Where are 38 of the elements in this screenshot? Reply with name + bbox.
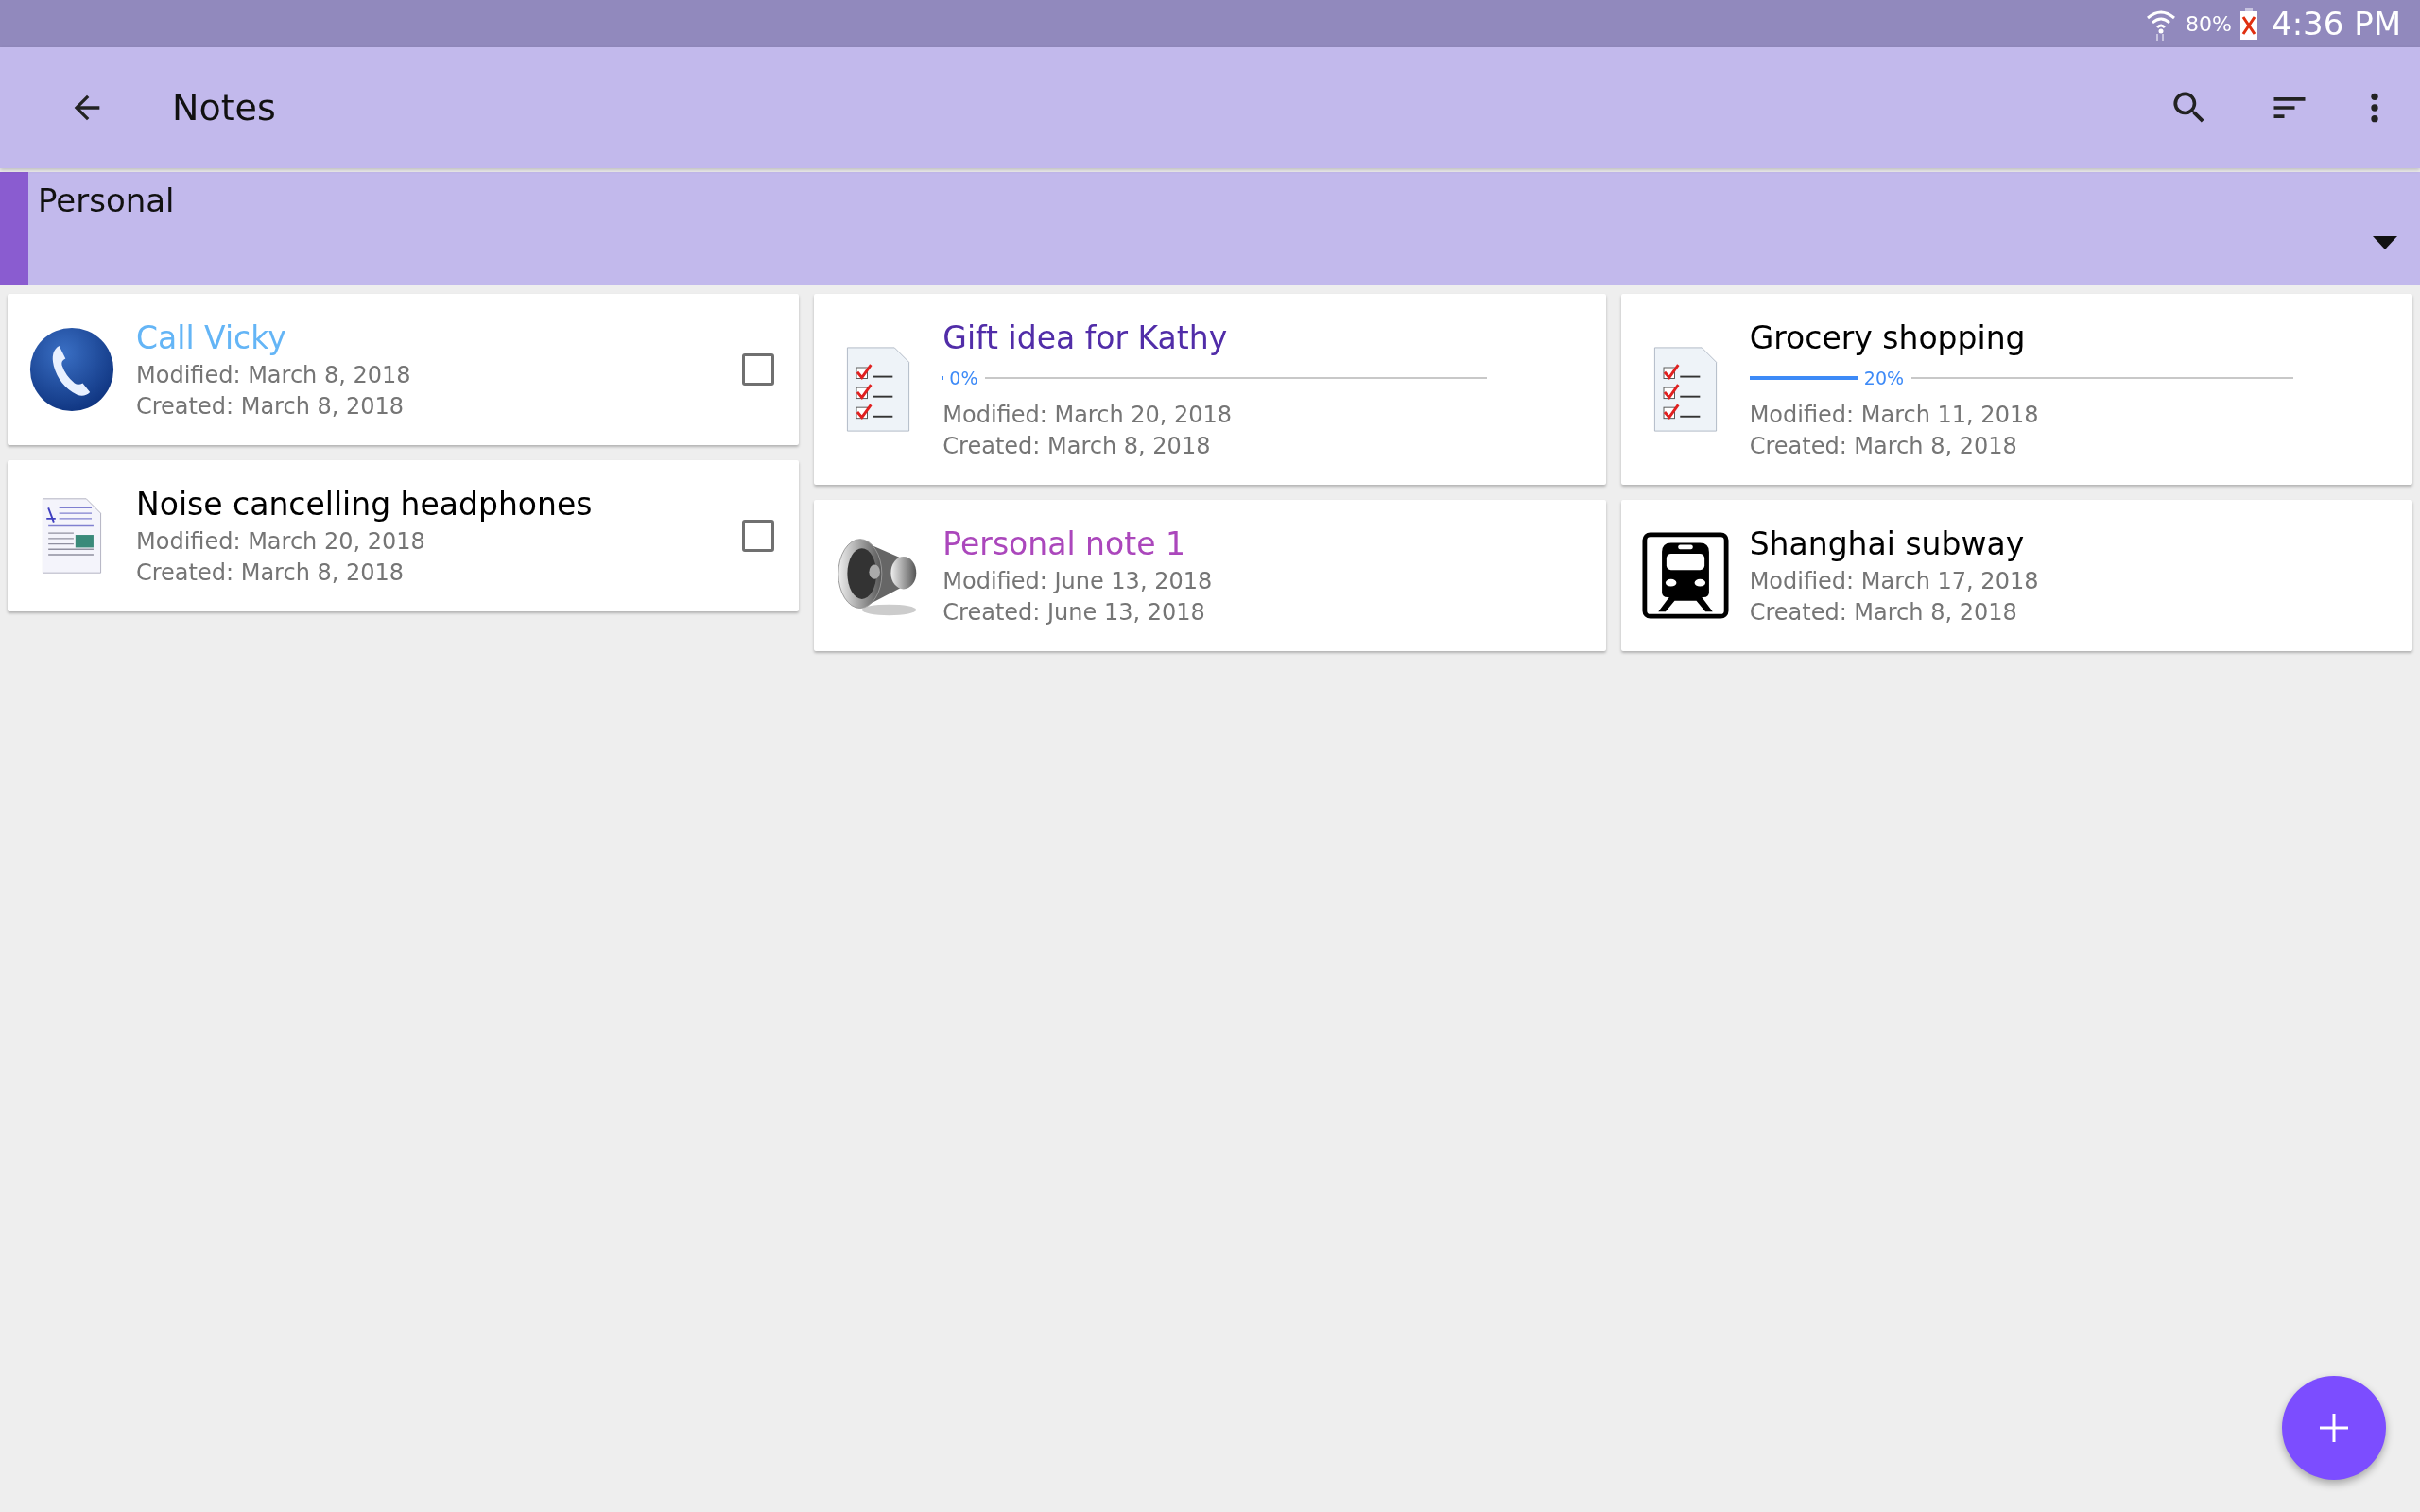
note-title: Gift idea for Kathy — [942, 318, 1229, 358]
add-note-button[interactable] — [2282, 1376, 2386, 1480]
battery-icon — [2239, 8, 2258, 40]
checkbox[interactable] — [742, 520, 775, 552]
train-icon — [1639, 532, 1731, 619]
note-card[interactable]: Personal note 1 Modified: June 13, 2018 Created: June 13, 2018 — [814, 500, 1606, 651]
category-label: Personal — [38, 181, 176, 221]
created-date: Created: March 8, 2018 — [136, 558, 406, 588]
note-card[interactable]: Shanghai subway Modified: March 17, 2018 Created: March 8, 2018 — [1620, 500, 2412, 651]
progress-percent: 20% — [1863, 368, 1905, 388]
progress-percent: 0% — [949, 368, 978, 388]
clock: 4:36 PM — [2272, 5, 2401, 43]
note-card[interactable]: Grocery shopping 20% Modified: March 11, 2018 Created: March 8, 2018 — [1620, 294, 2412, 485]
note-card[interactable]: Call Vicky Modified: March 8, 2018 Created: March 8, 2018 — [8, 294, 800, 445]
modified-date: Modified: June 13, 2018 — [942, 567, 1214, 596]
created-date: Created: June 13, 2018 — [942, 598, 1206, 627]
created-date: Created: March 8, 2018 — [136, 392, 406, 421]
modified-date: Modified: March 11, 2018 — [1749, 401, 2040, 430]
note-card[interactable]: Gift idea for Kathy 0% Modified: March 20, 2018 Created: March 8, 2018 — [814, 294, 1606, 485]
dropdown-arrow-icon — [2373, 236, 2397, 249]
created-date: Created: March 8, 2018 — [942, 432, 1212, 461]
modified-date: Modified: March 20, 2018 — [136, 527, 426, 557]
note-title: Call Vicky — [136, 318, 287, 358]
battery-percent: 80% — [2186, 11, 2232, 36]
modified-date: Modified: March 17, 2018 — [1749, 567, 2040, 596]
note-title: Noise cancelling headphones — [136, 485, 594, 524]
created-date: Created: March 8, 2018 — [1749, 432, 2018, 461]
modified-date: Modified: March 20, 2018 — [942, 401, 1234, 430]
checkbox[interactable] — [742, 353, 775, 386]
note-title: Grocery shopping — [1749, 318, 2027, 358]
category-selector[interactable]: Personal — [0, 172, 2420, 285]
plus-icon — [2318, 1412, 2350, 1444]
note-title: Shanghai subway — [1749, 524, 2026, 564]
modified-date: Modified: March 8, 2018 — [136, 361, 412, 390]
note-card[interactable]: Noise cancelling headphones Modified: March 20, 2018 Created: March 8, 2018 — [8, 460, 800, 611]
note-title: Personal note 1 — [942, 524, 1186, 564]
created-date: Created: March 8, 2018 — [1749, 598, 2018, 627]
app-title: Notes — [172, 87, 277, 129]
